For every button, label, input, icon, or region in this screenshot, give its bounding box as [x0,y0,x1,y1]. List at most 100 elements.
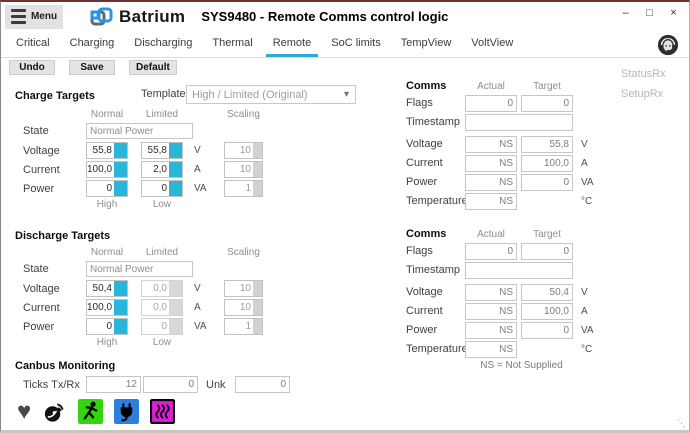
charge-current-limited-field[interactable]: 2,0 [141,161,183,178]
flags-target-field: 0 [521,243,573,260]
comms-voltage-row: Voltage NS 55,8 V [406,135,646,153]
charge-power-limited-field[interactable]: 0 [141,180,183,197]
power-label: Power [23,321,86,333]
tab-thermal[interactable]: Thermal [205,32,259,57]
charge-current-normal-field[interactable]: 100,0 [86,161,128,178]
field-value: NS [466,285,516,300]
discharge-targets-section: Discharge Targets Normal Limited Scaling… [15,230,395,350]
field-value: 0 [522,244,572,259]
temperature-unit: °C [578,196,604,207]
spinner-handle[interactable] [114,300,127,315]
field-value: NS [466,137,516,152]
charge-power-normal-field[interactable]: 0 [86,180,128,197]
field-value: 0 [87,319,114,334]
discharge-power-normal-field[interactable]: 0 [86,318,128,335]
timestamp-field [465,114,573,131]
spinner-handle[interactable] [114,143,127,158]
brand-name: Batrium [119,7,185,27]
current-unit: A [578,158,604,169]
tab-tempview[interactable]: TempView [394,32,459,57]
voltage-label: Voltage [23,145,86,157]
charge-voltage-normal-field[interactable]: 55,8 [86,142,128,159]
heater-icon [150,399,175,424]
title-bar: Menu Batrium SYS9480 - Remote Comms cont… [1,2,689,31]
template-selected-value: High / Limited (Original) [192,89,344,101]
field-value: 10 [225,162,253,177]
spinner-handle[interactable] [114,319,127,334]
field-value: 12 [87,377,140,392]
discharge-voltage-normal-field[interactable]: 50,4 [86,280,128,297]
discharge-current-normal-field[interactable]: 100,0 [86,299,128,316]
comms-heading: Comms [406,228,465,240]
tab-soc-limits[interactable]: SoC limits [324,32,388,57]
comms-voltage-row: Voltage NS 50,4 V [406,283,646,301]
minimize-button[interactable]: – [618,6,633,21]
field-value: 10 [225,143,253,158]
current-target-field: 100,0 [521,155,573,172]
comms-temperature-row: Temperature NS °C [406,192,646,210]
spinner-handle[interactable] [169,162,182,177]
comms-temperature-row: Temperature NS °C [406,340,646,358]
spinner-handle[interactable] [169,143,182,158]
field-value: 0 [142,319,169,334]
timestamp-label: Timestamp [406,116,465,128]
resize-grip[interactable]: ⋱ [677,418,686,429]
spinner-handle [253,281,262,296]
spinner-handle [253,143,262,158]
spinner-handle [169,281,182,296]
voltage-actual-field: NS [465,136,517,153]
tab-critical[interactable]: Critical [9,32,57,57]
current-target-field: 100,0 [521,303,573,320]
comms-status-section: Comms Actual Target Flags 0 0 Timestamp … [406,78,646,211]
spinner-handle[interactable] [169,181,182,196]
tab-discharging[interactable]: Discharging [127,32,199,57]
flags-row: Flags 0 0 [406,242,646,260]
support-agent-icon[interactable] [657,32,679,57]
column-header-target: Target [521,81,573,92]
power-unit: VA [191,321,217,332]
power-target-field: 0 [521,174,573,191]
discharge-voltage-scaling-field: 10 [224,280,263,297]
voltage-target-field: 55,8 [521,136,573,153]
power-unit: VA [191,183,217,194]
broadcast-icon [42,399,67,424]
unk-field: 0 [235,376,290,393]
flags-label: Flags [406,97,465,109]
charge-voltage-limited-field[interactable]: 55,8 [141,142,183,159]
close-button[interactable]: × [666,6,681,21]
field-value: 0 [144,377,197,392]
menu-button[interactable]: Menu [5,5,63,29]
current-label: Current [406,157,465,169]
default-button[interactable]: Default [129,60,177,75]
menu-button-label: Menu [31,11,57,22]
voltage-label: Voltage [23,283,86,295]
spinner-handle[interactable] [114,181,127,196]
timestamp-row: Timestamp [406,261,646,279]
discharge-state-row: State Normal Power [15,260,395,278]
field-value: 1 [225,181,253,196]
spinner-handle [253,300,262,315]
tab-remote[interactable]: Remote [266,32,319,57]
field-value: NS [466,323,516,338]
temperature-unit: °C [578,344,604,355]
tab-voltview[interactable]: VoltView [464,32,520,57]
maximize-button[interactable]: □ [642,6,657,21]
spinner-handle[interactable] [114,162,127,177]
temperature-label: Temperature [406,343,465,355]
field-value: 100,0 [522,156,572,171]
save-button[interactable]: Save [69,60,115,75]
comms-current-row: Current NS 100,0 A [406,154,646,172]
field-value: 100,0 [522,304,572,319]
ns-note: NS = Not Supplied [465,360,578,371]
spinner-handle[interactable] [114,281,127,296]
spinner-handle [169,319,182,334]
canbus-ticks-row: Ticks Tx/Rx 12 0 Unk 0 [15,375,395,394]
ticks-label: Ticks Tx/Rx [23,379,86,391]
tab-charging[interactable]: Charging [63,32,122,57]
undo-button[interactable]: Undo [9,60,55,75]
template-dropdown[interactable]: High / Limited (Original) ▾ [186,85,356,104]
field-value: 2,0 [142,162,169,177]
setup-rx-label: SetupRx [621,84,666,104]
voltage-label: Voltage [406,286,465,298]
current-label: Current [23,164,86,176]
